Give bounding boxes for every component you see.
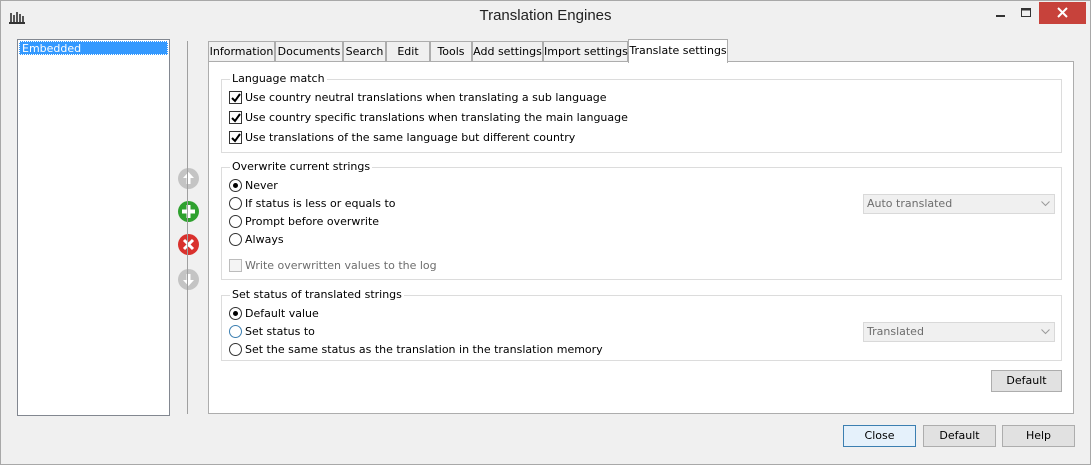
plus-icon bbox=[178, 201, 199, 222]
checkbox-label: Write overwritten values to the log bbox=[245, 259, 437, 272]
tab-add-settings[interactable]: Add settings bbox=[472, 41, 543, 62]
overwrite-never-radio[interactable]: Never bbox=[229, 179, 278, 195]
radio-selected-icon bbox=[229, 307, 242, 320]
translate-settings-panel: Language match Use country neutral trans… bbox=[208, 61, 1074, 414]
checkbox-label: Use country neutral translations when tr… bbox=[245, 91, 607, 104]
checkbox-checked-icon bbox=[229, 111, 242, 124]
checkbox-checked-icon bbox=[229, 91, 242, 104]
radio-icon bbox=[229, 197, 242, 210]
group-title: Language match bbox=[230, 72, 327, 85]
remove-icon bbox=[178, 234, 199, 255]
translation-engines-window: Translation Engines Embedded Information… bbox=[0, 0, 1091, 465]
arrow-down-icon bbox=[178, 269, 199, 290]
radio-label: Never bbox=[245, 179, 278, 192]
radio-label: Set the same status as the translation i… bbox=[245, 343, 603, 356]
same-language-checkbox[interactable]: Use translations of the same language bu… bbox=[229, 131, 575, 147]
status-set-to-radio[interactable]: Set status to bbox=[229, 325, 315, 341]
radio-label: Set status to bbox=[245, 325, 315, 338]
splitter[interactable] bbox=[187, 41, 188, 414]
group-title: Set status of translated strings bbox=[230, 288, 404, 301]
tab-translate-settings[interactable]: Translate settings bbox=[628, 39, 728, 63]
set-status-group: Set status of translated strings Default… bbox=[221, 288, 1062, 361]
arrow-up-icon bbox=[178, 168, 199, 189]
status-same-as-memory-radio[interactable]: Set the same status as the translation i… bbox=[229, 343, 603, 359]
window-title: Translation Engines bbox=[479, 7, 612, 24]
list-item[interactable]: Embedded bbox=[19, 41, 168, 55]
maximize-button[interactable] bbox=[1013, 2, 1039, 24]
tab-edit[interactable]: Edit bbox=[386, 41, 430, 62]
radio-label: If status is less or equals to bbox=[245, 197, 396, 210]
engines-list[interactable]: Embedded bbox=[17, 39, 170, 416]
chevron-down-icon bbox=[1041, 201, 1050, 207]
panel-default-button[interactable]: Default bbox=[991, 370, 1062, 392]
overwrite-always-radio[interactable]: Always bbox=[229, 233, 284, 249]
default-button[interactable]: Default bbox=[923, 425, 996, 447]
close-window-button[interactable] bbox=[1039, 2, 1086, 24]
radio-label: Default value bbox=[245, 307, 319, 320]
radio-icon bbox=[229, 215, 242, 228]
radio-selected-icon bbox=[229, 179, 242, 192]
set-status-dropdown[interactable]: Translated bbox=[863, 322, 1055, 342]
tab-information[interactable]: Information bbox=[208, 41, 275, 62]
tab-tools[interactable]: Tools bbox=[430, 41, 472, 62]
overwrite-if-status-radio[interactable]: If status is less or equals to bbox=[229, 197, 396, 213]
chevron-down-icon bbox=[1041, 329, 1050, 335]
move-up-button[interactable] bbox=[177, 167, 200, 190]
country-specific-checkbox[interactable]: Use country specific translations when t… bbox=[229, 111, 628, 127]
overwrite-prompt-radio[interactable]: Prompt before overwrite bbox=[229, 215, 379, 231]
tab-search[interactable]: Search bbox=[343, 41, 386, 62]
remove-button[interactable] bbox=[177, 233, 200, 256]
add-button[interactable] bbox=[177, 200, 200, 223]
checkbox-icon bbox=[229, 259, 242, 272]
radio-label: Prompt before overwrite bbox=[245, 215, 380, 228]
tab-import-settings[interactable]: Import settings bbox=[543, 41, 628, 62]
overwrite-status-dropdown[interactable]: Auto translated bbox=[863, 194, 1055, 214]
radio-icon bbox=[229, 233, 242, 246]
dropdown-value: Translated bbox=[867, 325, 924, 338]
title-bar: Translation Engines bbox=[1, 1, 1090, 32]
overwrite-group: Overwrite current strings Never If statu… bbox=[221, 160, 1062, 280]
radio-icon bbox=[229, 343, 242, 356]
radio-label: Always bbox=[245, 233, 284, 246]
checkbox-label: Use translations of the same language bu… bbox=[245, 131, 576, 144]
country-neutral-checkbox[interactable]: Use country neutral translations when tr… bbox=[229, 91, 607, 107]
radio-icon bbox=[229, 325, 242, 338]
status-default-radio[interactable]: Default value bbox=[229, 307, 319, 323]
help-button[interactable]: Help bbox=[1002, 425, 1075, 447]
minimize-button[interactable] bbox=[987, 2, 1013, 24]
checkbox-checked-icon bbox=[229, 131, 242, 144]
close-button[interactable]: Close bbox=[843, 425, 916, 447]
checkbox-label: Use country specific translations when t… bbox=[245, 111, 628, 124]
group-title: Overwrite current strings bbox=[230, 160, 373, 173]
language-match-group: Language match Use country neutral trans… bbox=[221, 72, 1062, 153]
dropdown-value: Auto translated bbox=[867, 197, 953, 210]
tab-documents[interactable]: Documents bbox=[275, 41, 343, 62]
move-down-button[interactable] bbox=[177, 268, 200, 291]
write-log-checkbox[interactable]: Write overwritten values to the log bbox=[229, 259, 437, 275]
